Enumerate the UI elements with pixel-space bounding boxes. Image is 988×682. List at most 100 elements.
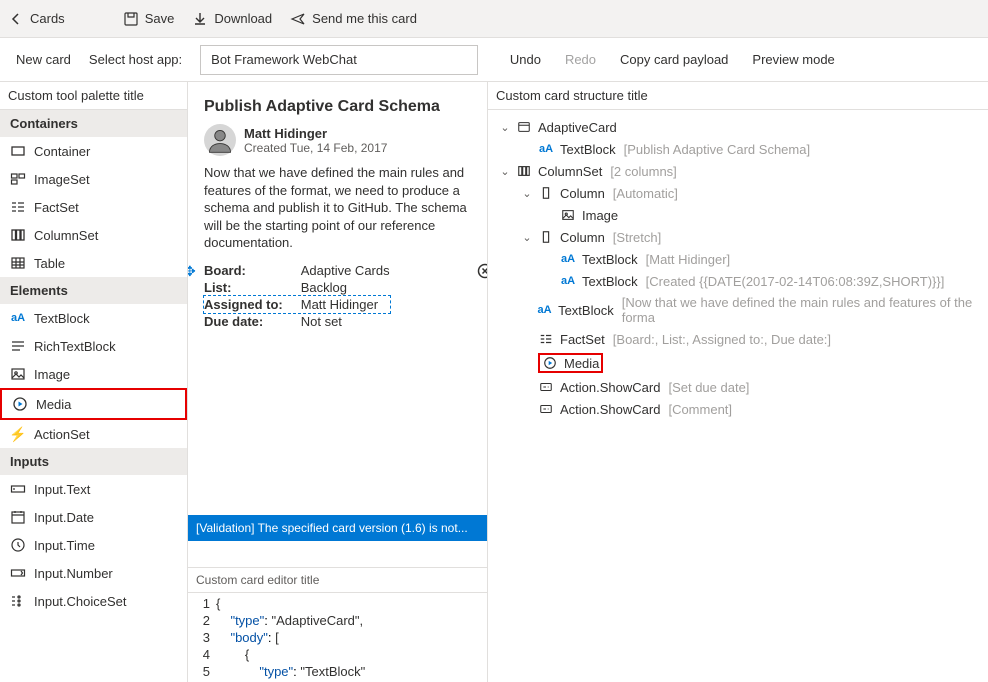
send-label: Send me this card bbox=[312, 11, 417, 26]
rect-icon bbox=[10, 143, 26, 159]
back-button[interactable]: Cards bbox=[8, 11, 65, 27]
host-app-select[interactable]: Bot Framework WebChat bbox=[200, 45, 478, 75]
new-card-button[interactable]: New card bbox=[10, 52, 71, 67]
tree-label: TextBlock bbox=[582, 252, 638, 267]
undo-label: Undo bbox=[510, 52, 541, 67]
preview-column: Publish Adaptive Card Schema Matt Hiding… bbox=[188, 82, 488, 682]
palette-item-richtextblock[interactable]: RichTextBlock bbox=[0, 332, 187, 360]
expand-icon[interactable]: ⌄ bbox=[520, 187, 534, 200]
avatar bbox=[204, 124, 236, 156]
expand-icon[interactable]: ⌄ bbox=[498, 165, 512, 178]
palette-group-header: Elements bbox=[0, 277, 187, 304]
palette-item-input-date[interactable]: Input.Date bbox=[0, 503, 187, 531]
download-button[interactable]: Download bbox=[192, 11, 272, 27]
rtb-icon bbox=[10, 338, 26, 354]
imgset-icon bbox=[10, 171, 26, 187]
chevron-left-icon bbox=[8, 11, 24, 27]
palette-item-textblock[interactable]: aATextBlock bbox=[0, 304, 187, 332]
col-icon bbox=[538, 185, 554, 201]
tree-node-columnset[interactable]: ⌄ColumnSet[2 columns] bbox=[492, 160, 984, 182]
aA-icon: aA bbox=[560, 251, 576, 267]
expand-icon[interactable]: ⌄ bbox=[498, 121, 512, 134]
author-row: Matt Hidinger Created Tue, 14 Feb, 2017 bbox=[204, 124, 471, 156]
palette-item-label: Table bbox=[34, 256, 65, 271]
expand-icon[interactable]: ⌄ bbox=[520, 231, 534, 244]
palette-item-factset[interactable]: FactSet bbox=[0, 193, 187, 221]
palette-item-label: Image bbox=[34, 367, 70, 382]
save-button[interactable]: Save bbox=[123, 11, 175, 27]
preview-mode-button[interactable]: Preview mode bbox=[746, 52, 834, 67]
copy-label: Copy card payload bbox=[620, 52, 728, 67]
tree-label: Media bbox=[564, 356, 599, 371]
fact-row[interactable]: Assigned to:Matt Hidinger bbox=[204, 296, 390, 313]
tree-node-column[interactable]: ⌄Column[Stretch] bbox=[492, 226, 984, 248]
palette-item-media[interactable]: Media bbox=[0, 388, 187, 420]
redo-button[interactable]: Redo bbox=[559, 52, 596, 67]
fact-row[interactable]: Due date:Not set bbox=[204, 313, 390, 330]
aA-icon: aA bbox=[538, 141, 554, 157]
action-icon bbox=[538, 379, 554, 395]
aA-icon: aA bbox=[10, 310, 26, 326]
host-app-label: Select host app: bbox=[89, 52, 182, 67]
tree-node-media[interactable]: Media bbox=[492, 350, 984, 376]
fact-key: Board: bbox=[204, 262, 301, 279]
palette-item-table[interactable]: Table bbox=[0, 249, 187, 277]
tree-node-textblock[interactable]: aA TextBlock [Matt Hidinger] bbox=[492, 248, 984, 270]
palette-item-label: RichTextBlock bbox=[34, 339, 116, 354]
save-icon bbox=[123, 11, 139, 27]
palette-item-label: Container bbox=[34, 144, 90, 159]
media-icon bbox=[542, 355, 558, 371]
tree-node-adaptivecard[interactable]: ⌄AdaptiveCard bbox=[492, 116, 984, 138]
save-label: Save bbox=[145, 11, 175, 26]
palette-item-imageset[interactable]: ImageSet bbox=[0, 165, 187, 193]
tree-node-action-showcard[interactable]: Action.ShowCard[Set due date] bbox=[492, 376, 984, 398]
tree-node-textblock[interactable]: aA TextBlock [Publish Adaptive Card Schema… bbox=[492, 138, 984, 160]
palette-item-actionset[interactable]: ⚡ActionSet bbox=[0, 420, 187, 448]
palette-item-label: Input.Text bbox=[34, 482, 90, 497]
palette-item-columnset[interactable]: ColumnSet bbox=[0, 221, 187, 249]
palette-item-input-choiceset[interactable]: Input.ChoiceSet bbox=[0, 587, 187, 615]
tree-node-image[interactable]: Image bbox=[492, 204, 984, 226]
delete-handle-icon[interactable] bbox=[477, 263, 487, 282]
palette-group-header: Containers bbox=[0, 110, 187, 137]
tree-label: TextBlock bbox=[560, 142, 616, 157]
tree-node-factset[interactable]: FactSet[Board:, List:, Assigned to:, Due… bbox=[492, 328, 984, 350]
tree-node-action-showcard[interactable]: Action.ShowCard[Comment] bbox=[492, 398, 984, 420]
palette-item-input-time[interactable]: Input.Time bbox=[0, 531, 187, 559]
fact-key: List: bbox=[204, 279, 301, 296]
palette-item-container[interactable]: Container bbox=[0, 137, 187, 165]
bolt-icon: ⚡ bbox=[10, 426, 26, 442]
validation-spacer bbox=[188, 541, 487, 567]
top-toolbar: Cards Save Download Send me this card bbox=[0, 0, 988, 38]
tree-sublabel: [Matt Hidinger] bbox=[646, 252, 731, 267]
img-icon bbox=[560, 207, 576, 223]
cols-icon bbox=[516, 163, 532, 179]
tree-label: Action.ShowCard bbox=[560, 402, 660, 417]
tree-label: Column bbox=[560, 230, 605, 245]
undo-button[interactable]: Undo bbox=[504, 52, 541, 67]
palette-item-input-text[interactable]: Input.Text bbox=[0, 475, 187, 503]
tree-sublabel: [2 columns] bbox=[610, 164, 676, 179]
inputtime-icon bbox=[10, 537, 26, 553]
validation-bar[interactable]: [Validation] The specified card version … bbox=[188, 515, 487, 541]
fact-row[interactable]: Board:Adaptive Cards bbox=[204, 262, 390, 279]
palette-item-label: Media bbox=[36, 397, 71, 412]
palette-item-input-number[interactable]: Input.Number bbox=[0, 559, 187, 587]
fact-key: Assigned to: bbox=[204, 296, 301, 313]
tree-node-textblock[interactable]: aATextBlock[Created {{DATE(2017-02-14T06… bbox=[492, 270, 984, 292]
editor-header: Custom card editor title bbox=[188, 567, 487, 593]
copy-payload-button[interactable]: Copy card payload bbox=[614, 52, 728, 67]
tree-sublabel: [Publish Adaptive Card Schema] bbox=[624, 142, 810, 157]
palette-item-image[interactable]: Image bbox=[0, 360, 187, 388]
card-body-text: Now that we have defined the main rules … bbox=[204, 164, 471, 252]
palette-item-label: Input.ChoiceSet bbox=[34, 594, 127, 609]
fact-row[interactable]: List:Backlog bbox=[204, 279, 390, 296]
structure-panel: Custom card structure title ⌄AdaptiveCar… bbox=[488, 82, 988, 682]
move-handle-icon[interactable]: ✥ bbox=[188, 263, 196, 280]
json-editor[interactable]: 12345 { "type": "AdaptiveCard", "body": … bbox=[188, 593, 487, 682]
tree-label: Column bbox=[560, 186, 605, 201]
tree-node-textblock[interactable]: aATextBlock[Now that we have defined the… bbox=[492, 292, 984, 328]
tree-node-column[interactable]: ⌄Column[Automatic] bbox=[492, 182, 984, 204]
download-label: Download bbox=[214, 11, 272, 26]
send-button[interactable]: Send me this card bbox=[290, 11, 417, 27]
